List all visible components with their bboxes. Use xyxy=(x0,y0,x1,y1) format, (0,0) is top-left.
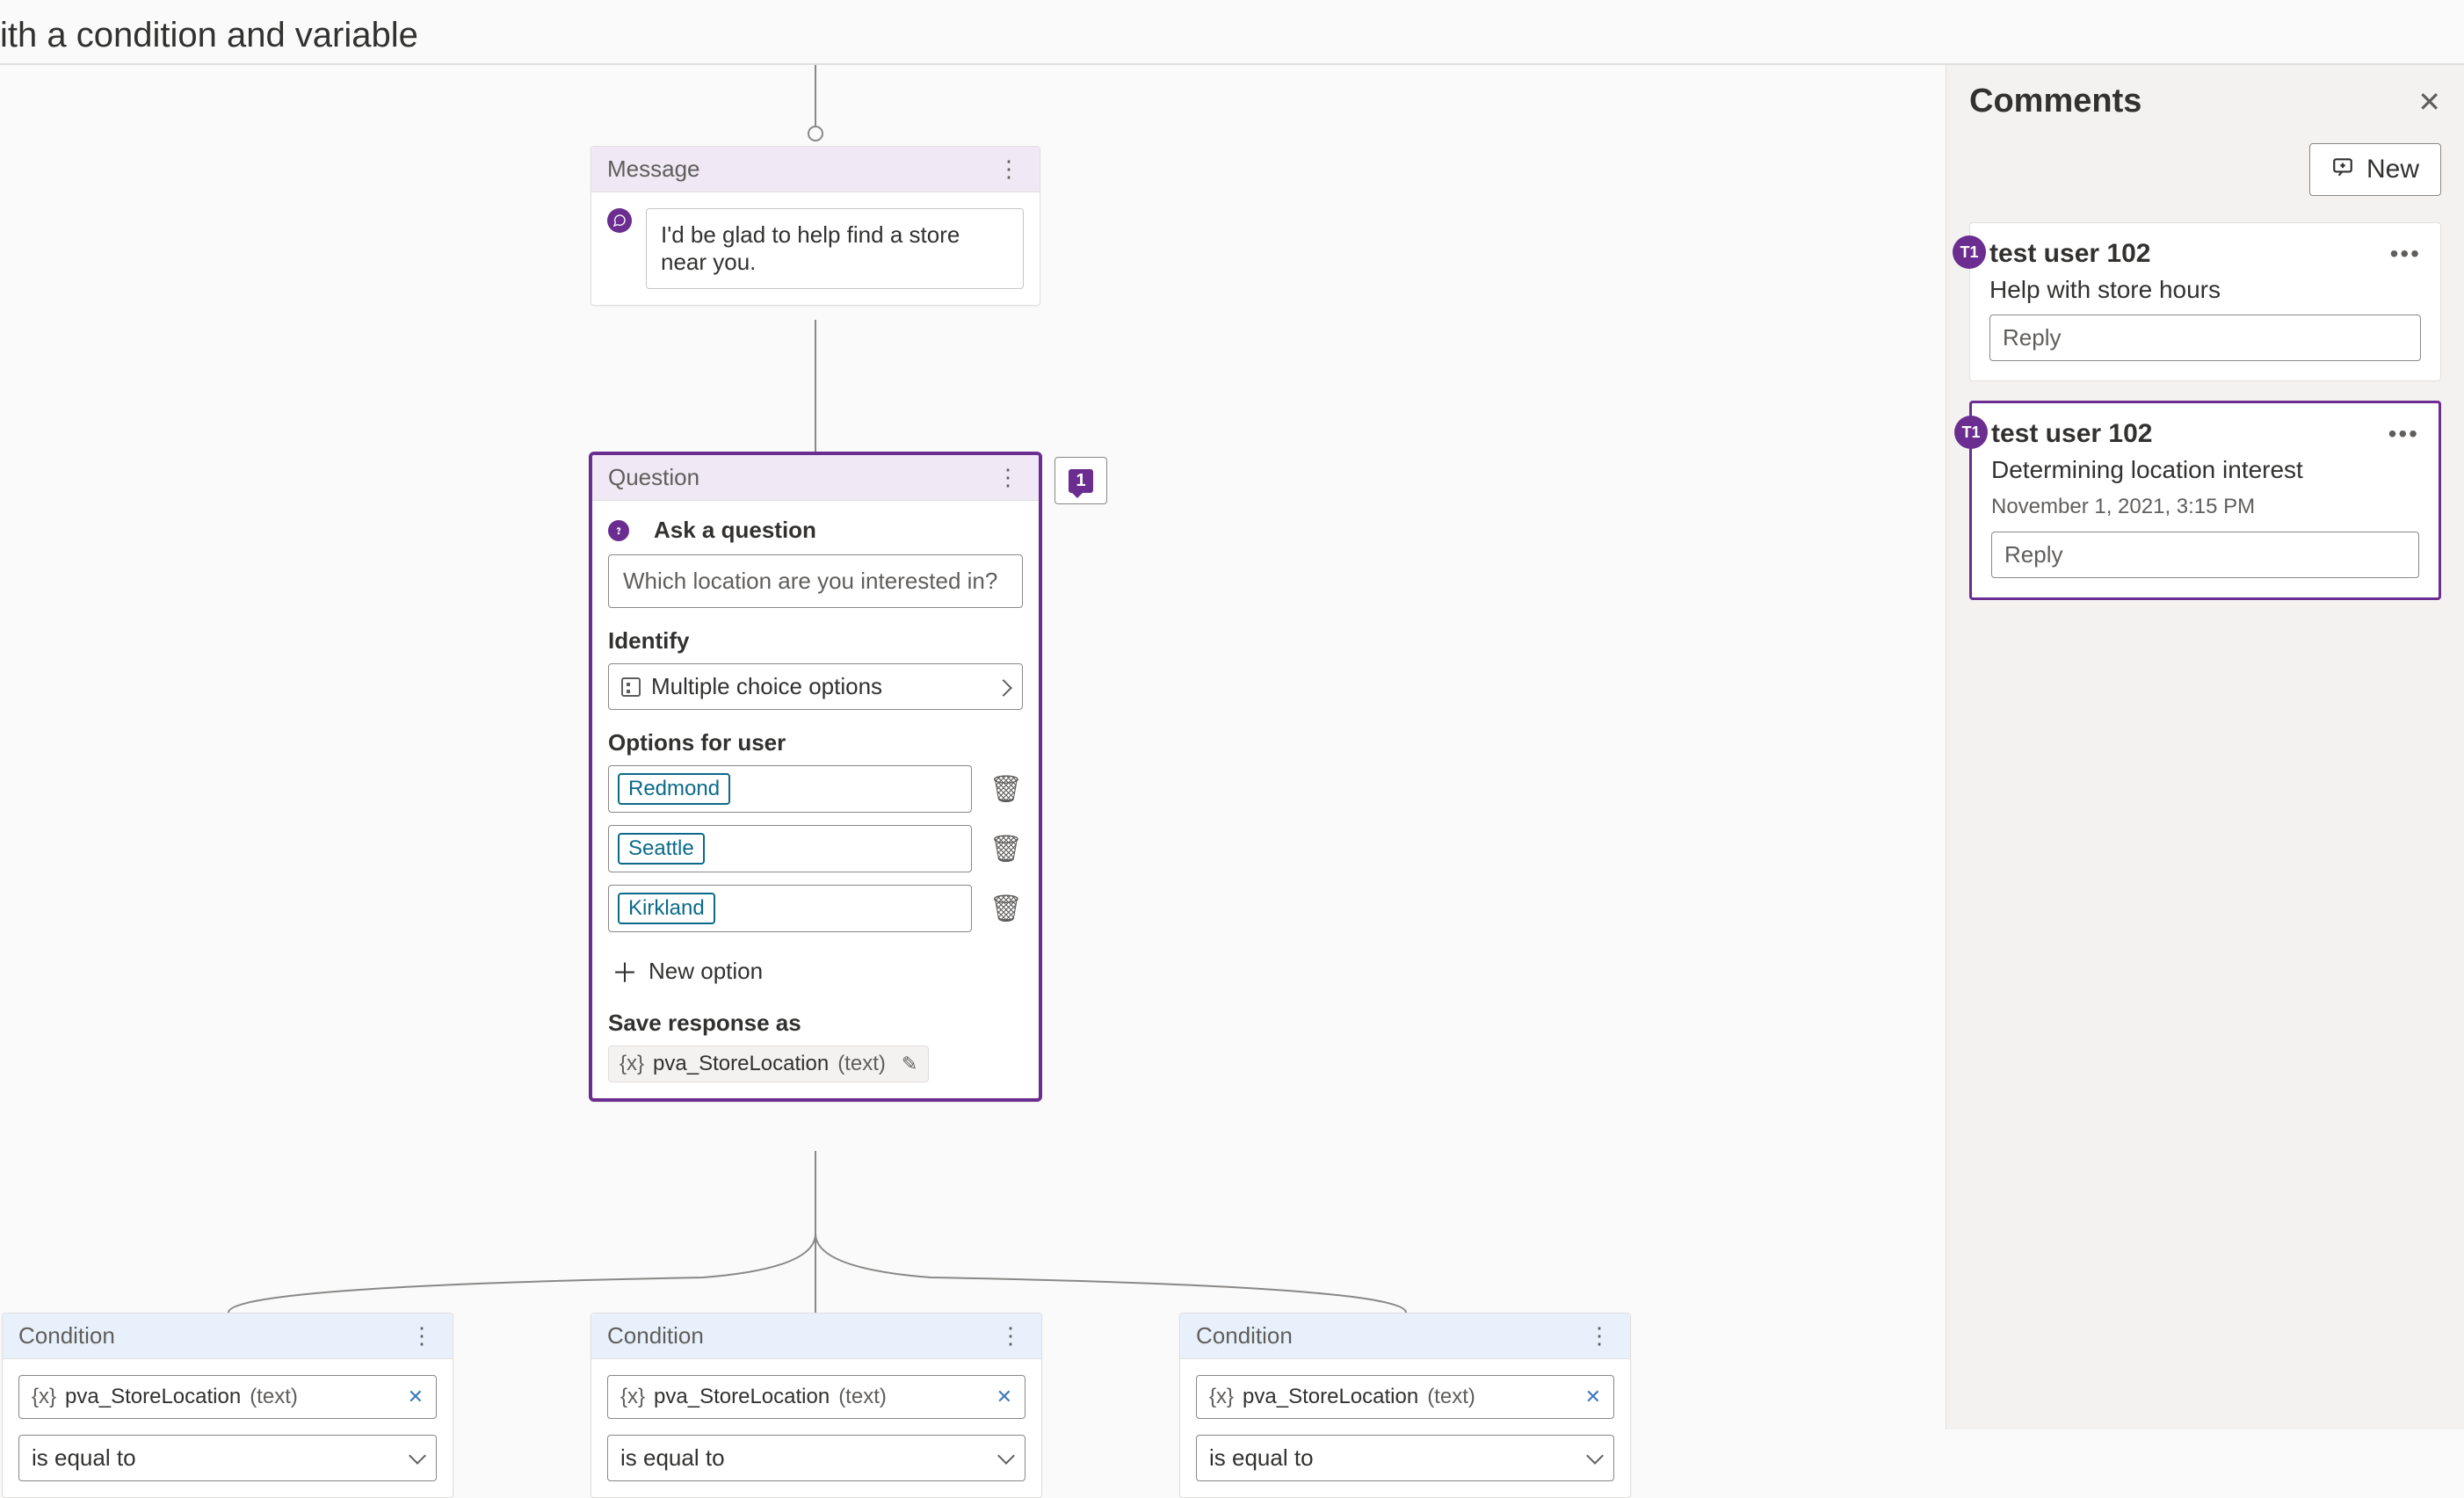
condition-variable[interactable]: {x} pva_StoreLocation (text) ✕ xyxy=(18,1375,437,1419)
comment-reply-input[interactable]: Reply xyxy=(1991,532,2419,578)
cond-var-type: (text) xyxy=(250,1385,298,1409)
condition-operator: is equal to xyxy=(1209,1444,1314,1472)
variable-type: (text) xyxy=(837,1052,886,1076)
trash-icon[interactable]: 🗑 xyxy=(989,894,1023,924)
new-comment-button[interactable]: New xyxy=(2309,143,2441,196)
condition-menu-icon[interactable]: ⋮ xyxy=(1584,1322,1614,1350)
new-comment-label: New xyxy=(2366,155,2419,185)
question-node-title: Question xyxy=(608,464,699,491)
option-input[interactable]: Redmond xyxy=(608,765,972,813)
variable-glyph-icon: {x} xyxy=(620,1052,644,1076)
option-row: Seattle 🗑 xyxy=(608,825,1023,872)
option-chip: Redmond xyxy=(618,773,730,805)
option-row: Redmond 🗑 xyxy=(608,765,1023,813)
condition-menu-icon[interactable]: ⋮ xyxy=(996,1322,1025,1350)
identify-label: Identify xyxy=(608,627,1023,655)
condition-variable[interactable]: {x} pva_StoreLocation (text) ✕ xyxy=(1196,1375,1614,1419)
comment-body: Help with store hours xyxy=(1989,276,2421,304)
message-node-menu-icon[interactable]: ⋮ xyxy=(994,156,1024,183)
comment-user: test user 102 xyxy=(1991,419,2152,449)
chevron-down-icon xyxy=(411,1444,424,1472)
cond-var-name: pva_StoreLocation xyxy=(1243,1385,1418,1409)
question-text-input[interactable]: Which location are you interested in? xyxy=(608,554,1023,608)
plus-icon: ＋ xyxy=(612,952,638,990)
variable-name: pva_StoreLocation xyxy=(653,1052,829,1076)
comment-card[interactable]: T1 test user 102 ••• Determining locatio… xyxy=(1969,401,2441,600)
question-node-menu-icon[interactable]: ⋮ xyxy=(993,464,1023,491)
close-icon[interactable]: ✕ xyxy=(408,1386,424,1408)
question-node-header: Question ⋮ xyxy=(592,455,1039,501)
multiple-choice-icon xyxy=(621,677,641,697)
option-input[interactable]: Kirkland xyxy=(608,885,972,932)
message-text[interactable]: I'd be glad to help find a store near yo… xyxy=(646,208,1024,289)
new-comment-icon xyxy=(2331,156,2354,185)
chevron-right-icon xyxy=(997,673,1010,700)
comments-panel-title: Comments xyxy=(1969,83,2142,120)
trash-icon[interactable]: 🗑 xyxy=(989,774,1023,805)
ask-question-label: Ask a question xyxy=(654,517,816,544)
condition-node-header: Condition ⋮ xyxy=(3,1313,453,1359)
identify-selector[interactable]: Multiple choice options xyxy=(608,663,1023,710)
chat-bubble-icon xyxy=(607,208,632,233)
condition-operator: is equal to xyxy=(32,1444,136,1472)
condition-operator-select[interactable]: is equal to xyxy=(607,1435,1025,1481)
comment-body: Determining location interest xyxy=(1991,456,2419,484)
chevron-down-icon xyxy=(1000,1444,1012,1472)
variable-glyph-icon: {x} xyxy=(1209,1385,1234,1409)
condition-variable[interactable]: {x} pva_StoreLocation (text) ✕ xyxy=(607,1375,1025,1419)
option-input[interactable]: Seattle xyxy=(608,825,972,872)
comment-card[interactable]: T1 test user 102 ••• Help with store hou… xyxy=(1969,222,2441,381)
new-option-label: New option xyxy=(649,958,763,985)
condition-operator-select[interactable]: is equal to xyxy=(1196,1435,1614,1481)
more-icon[interactable]: ••• xyxy=(2390,240,2421,268)
option-row: Kirkland 🗑 xyxy=(608,885,1023,932)
comment-user: test user 102 xyxy=(1989,239,2150,269)
comment-reply-input[interactable]: Reply xyxy=(1989,315,2421,361)
condition-operator: is equal to xyxy=(620,1444,725,1472)
condition-title: Condition xyxy=(1196,1322,1293,1350)
condition-node[interactable]: Condition ⋮ {x} pva_StoreLocation (text)… xyxy=(1179,1313,1631,1498)
question-node[interactable]: Question ⋮ Ask a question Which location… xyxy=(589,452,1042,1102)
avatar: T1 xyxy=(1954,416,1988,449)
identify-value: Multiple choice options xyxy=(651,673,882,700)
close-icon[interactable]: ✕ xyxy=(1585,1386,1601,1408)
trash-icon[interactable]: 🗑 xyxy=(989,834,1023,865)
message-node-header: Message ⋮ xyxy=(591,147,1040,192)
variable-glyph-icon: {x} xyxy=(32,1385,56,1409)
chevron-down-icon xyxy=(1589,1444,1601,1472)
comments-panel: Comments ✕ New T1 test user 102 ••• Help… xyxy=(1946,65,2464,1429)
condition-node[interactable]: Condition ⋮ {x} pva_StoreLocation (text)… xyxy=(591,1313,1042,1498)
option-chip: Kirkland xyxy=(618,893,715,924)
condition-node-header: Condition ⋮ xyxy=(1180,1313,1630,1359)
cond-var-name: pva_StoreLocation xyxy=(65,1385,241,1409)
variable-glyph-icon: {x} xyxy=(620,1385,645,1409)
message-node-title: Message xyxy=(607,156,700,183)
new-option-button[interactable]: ＋ New option xyxy=(608,944,1023,990)
condition-operator-select[interactable]: is equal to xyxy=(18,1435,437,1481)
options-label: Options for user xyxy=(608,729,1023,756)
more-icon[interactable]: ••• xyxy=(2388,420,2419,448)
cond-var-name: pva_StoreLocation xyxy=(654,1385,830,1409)
save-response-label: Save response as xyxy=(608,1010,1023,1037)
condition-title: Condition xyxy=(607,1322,704,1350)
option-chip: Seattle xyxy=(618,833,705,865)
close-icon[interactable]: ✕ xyxy=(2417,85,2441,119)
variable-pill[interactable]: {x} pva_StoreLocation (text) ✎ xyxy=(608,1046,929,1082)
comment-timestamp: November 1, 2021, 3:15 PM xyxy=(1991,495,2419,519)
comment-count-icon: 1 xyxy=(1069,469,1092,493)
cond-var-type: (text) xyxy=(838,1385,887,1409)
condition-menu-icon[interactable]: ⋮ xyxy=(407,1322,437,1350)
condition-node-header: Condition ⋮ xyxy=(591,1313,1041,1359)
pencil-icon[interactable]: ✎ xyxy=(902,1053,917,1075)
avatar: T1 xyxy=(1953,235,1986,269)
condition-node[interactable]: Condition ⋮ {x} pva_StoreLocation (text)… xyxy=(2,1313,453,1498)
close-icon[interactable]: ✕ xyxy=(996,1386,1012,1408)
node-comment-badge[interactable]: 1 xyxy=(1054,457,1107,504)
cond-var-type: (text) xyxy=(1427,1385,1475,1409)
condition-title: Condition xyxy=(18,1322,115,1350)
message-node[interactable]: Message ⋮ I'd be glad to help find a sto… xyxy=(591,146,1040,306)
question-icon xyxy=(608,520,629,541)
page-title: ith a condition and variable xyxy=(0,16,418,55)
